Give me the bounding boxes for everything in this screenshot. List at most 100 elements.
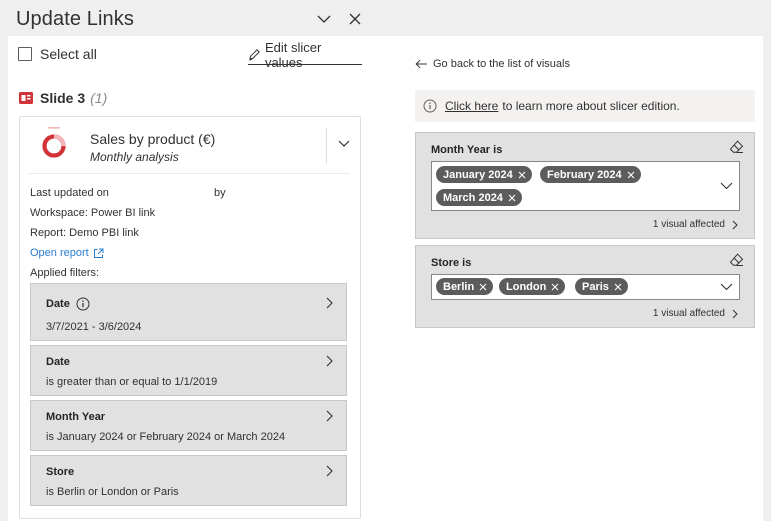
visual-card: Sales by product (€) Monthly analysis La… <box>19 116 361 519</box>
donut-chart-icon <box>42 127 66 158</box>
select-all-label: Select all <box>40 46 97 62</box>
slicer-edit-panel: Go back to the list of visuals Click her… <box>372 36 763 521</box>
chevron-down-icon <box>720 283 732 291</box>
info-banner: Click here to learn more about slicer ed… <box>415 90 755 122</box>
dropdown-button[interactable] <box>719 181 733 191</box>
filter-name-text: Date <box>46 298 70 310</box>
edit-slicer-values-button[interactable]: Edit slicer values <box>248 40 362 70</box>
filter-description: 3/7/2021 - 3/6/2024 <box>46 321 142 333</box>
page-title: Update Links <box>16 8 134 30</box>
value-pill: Berlin <box>436 278 494 295</box>
arrow-left-icon <box>415 59 427 69</box>
chevron-right-icon <box>324 296 334 310</box>
divider <box>326 128 327 164</box>
chevron-right-icon <box>324 354 334 368</box>
remove-value-button[interactable] <box>614 283 622 291</box>
visual-card-header: Sales by product (€) Monthly analysis <box>20 117 360 173</box>
filter-card[interactable]: Date 3/7/2021 - 3/6/2024 <box>30 283 347 341</box>
filter-name: Date <box>46 297 90 311</box>
pill-label: March 2024 <box>443 191 503 204</box>
filter-description: is Berlin or London or Paris <box>46 486 179 498</box>
slicer-card-store: Store is Berlin London Paris 1 visual af… <box>415 245 755 328</box>
expand-visual-button[interactable] <box>335 135 353 153</box>
applied-filters-label: Applied filters: <box>30 267 100 279</box>
pill-label: January 2024 <box>443 168 513 181</box>
learn-more-link[interactable]: Click here <box>445 99 498 113</box>
filter-card[interactable]: Month Year is January 2024 or February 2… <box>30 400 347 451</box>
divider <box>28 173 350 174</box>
slide-header: Slide 3 (1) <box>19 90 107 106</box>
collapse-button[interactable] <box>315 10 333 28</box>
slicer-value-box[interactable]: January 2024 February 2024 March 2024 <box>431 161 740 211</box>
dialog-header: Update Links <box>0 0 771 36</box>
value-pill: February 2024 <box>540 166 641 183</box>
slides-panel: Select all Edit slicer values Slide 3 (1… <box>8 36 372 521</box>
remove-value-button[interactable] <box>508 194 516 202</box>
powerpoint-slide-icon <box>19 92 33 104</box>
close-button[interactable] <box>346 10 364 28</box>
open-report-label: Open report <box>30 247 89 259</box>
info-icon <box>423 99 437 113</box>
back-to-visuals-link[interactable]: Go back to the list of visuals <box>415 58 570 70</box>
filter-name: Month Year <box>46 411 106 423</box>
filter-card[interactable]: Date is greater than or equal to 1/1/201… <box>30 345 347 396</box>
info-icon[interactable] <box>76 297 90 311</box>
eraser-icon <box>729 253 743 266</box>
close-icon <box>551 283 559 290</box>
value-pill: London <box>499 278 566 295</box>
filter-description: is greater than or equal to 1/1/2019 <box>46 376 218 388</box>
workspace-text: Workspace: Power BI link <box>30 207 156 219</box>
last-updated-label: Last updated on <box>30 187 109 199</box>
chevron-right-icon <box>324 409 334 423</box>
affected-label: 1 visual affected <box>652 219 725 230</box>
close-icon <box>627 171 634 178</box>
chevron-right-icon <box>732 220 738 229</box>
value-pill: Paris <box>575 278 628 295</box>
filter-name: Date <box>46 356 70 368</box>
dropdown-button[interactable] <box>719 282 733 292</box>
remove-value-button[interactable] <box>627 171 635 179</box>
value-pill: March 2024 <box>436 189 522 206</box>
pill-label: London <box>506 280 547 293</box>
pill-label: Paris <box>582 280 609 293</box>
slide-name: Slide 3 <box>40 90 86 106</box>
updated-by-label: by <box>214 187 226 199</box>
report-text: Report: Demo PBI link <box>30 227 139 239</box>
remove-value-button[interactable] <box>518 171 526 179</box>
visuals-affected-link[interactable]: 1 visual affected <box>653 219 738 230</box>
remove-value-button[interactable] <box>479 283 487 291</box>
value-pill: January 2024 <box>436 166 532 183</box>
pill-label: February 2024 <box>547 168 622 181</box>
filter-card[interactable]: Store is Berlin or London or Paris <box>30 455 347 506</box>
slicer-value-box[interactable]: Berlin London Paris <box>431 274 740 300</box>
filter-description: is January 2024 or February 2024 or Marc… <box>46 431 286 443</box>
select-all-checkbox[interactable]: Select all <box>18 46 97 62</box>
slicer-card-month-year: Month Year is January 2024 February 2024 <box>415 132 755 239</box>
open-report-link[interactable]: Open report <box>30 247 104 259</box>
close-icon <box>614 283 622 290</box>
edit-slicer-label: Edit slicer values <box>264 39 322 70</box>
close-icon <box>518 171 526 178</box>
chevron-down-icon <box>338 140 350 147</box>
back-label: Go back to the list of visuals <box>433 58 570 70</box>
eraser-icon <box>729 140 743 153</box>
external-link-icon <box>93 248 104 258</box>
clear-slicer-button[interactable] <box>728 252 744 268</box>
clear-slicer-button[interactable] <box>728 139 744 155</box>
close-icon <box>349 13 361 25</box>
chevron-down-icon <box>317 15 331 23</box>
slicer-label: Store is <box>431 257 472 269</box>
pill-label: Berlin <box>443 280 475 293</box>
chevron-right-icon <box>732 309 738 318</box>
close-icon <box>508 194 516 201</box>
close-icon <box>479 283 487 290</box>
pencil-icon <box>249 49 260 61</box>
visual-subtitle: Monthly analysis <box>90 150 179 164</box>
filter-name: Store <box>46 466 75 478</box>
info-text: to learn more about slicer edition. <box>502 99 680 113</box>
visuals-affected-link[interactable]: 1 visual affected <box>653 308 738 319</box>
chevron-right-icon <box>324 464 334 478</box>
slide-count: (1) <box>90 90 108 106</box>
remove-value-button[interactable] <box>551 283 559 291</box>
checkbox-box[interactable] <box>18 47 32 61</box>
